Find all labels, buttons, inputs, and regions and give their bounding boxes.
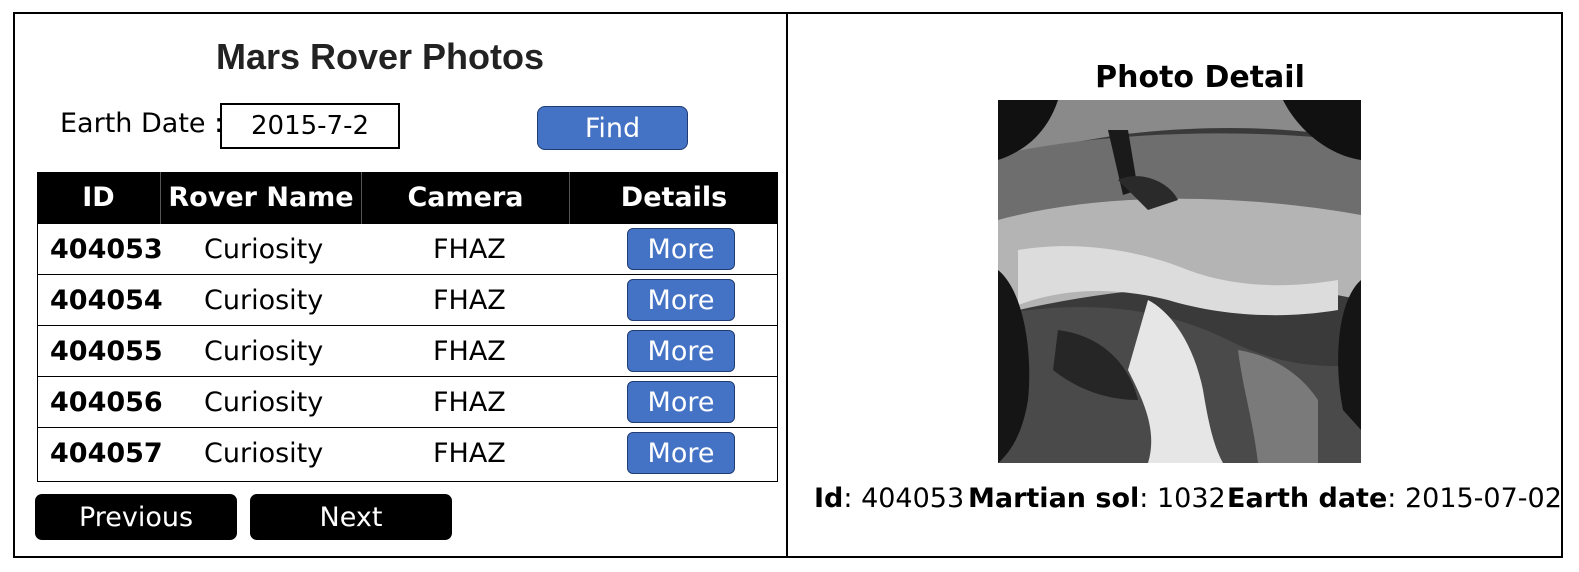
header-details: Details xyxy=(620,182,728,213)
table-row: 404053 Curiosity FHAZ More xyxy=(38,224,777,275)
sol-label: Martian sol xyxy=(968,483,1140,514)
header-id: ID xyxy=(82,182,115,213)
table-header: ID Rover Name Camera Details xyxy=(37,172,778,224)
rover-name: Curiosity xyxy=(204,387,324,418)
detail-id: Id: 404053 xyxy=(814,483,965,514)
camera-name: FHAZ xyxy=(433,438,506,469)
photo-table: 404053 Curiosity FHAZ More 404054 Curios… xyxy=(37,224,778,482)
camera-name: FHAZ xyxy=(433,285,506,316)
find-button[interactable]: Find xyxy=(537,106,688,150)
photo-id: 404057 xyxy=(50,438,163,469)
detail-title: Photo Detail xyxy=(1095,60,1305,95)
earth-date-input[interactable] xyxy=(220,103,400,149)
rover-name: Curiosity xyxy=(204,438,324,469)
table-row: 404056 Curiosity FHAZ More xyxy=(38,377,777,428)
next-button[interactable]: Next xyxy=(250,494,452,540)
more-button[interactable]: More xyxy=(627,330,735,372)
more-button[interactable]: More xyxy=(627,381,735,423)
earth-date-label: Earth Date : xyxy=(60,108,224,139)
sol-value: 1032 xyxy=(1156,483,1226,514)
camera-name: FHAZ xyxy=(433,387,506,418)
more-button[interactable]: More xyxy=(627,228,735,270)
rover-name: Curiosity xyxy=(204,336,324,367)
rover-name: Curiosity xyxy=(204,234,324,265)
detail-earth-date: Earth date: 2015-07-02 xyxy=(1227,483,1562,514)
table-row: 404055 Curiosity FHAZ More xyxy=(38,326,777,377)
rover-name: Curiosity xyxy=(204,285,324,316)
photo-id: 404053 xyxy=(50,234,163,265)
photo-id: 404056 xyxy=(50,387,163,418)
earth-date-detail-label: Earth date xyxy=(1227,483,1388,514)
table-row: 404057 Curiosity FHAZ More xyxy=(38,428,777,479)
header-camera: Camera xyxy=(407,182,524,213)
more-button[interactable]: More xyxy=(627,432,735,474)
panel-divider xyxy=(786,12,788,558)
page-title: Mars Rover Photos xyxy=(215,36,545,77)
id-label: Id xyxy=(814,483,844,514)
earth-date-value: 2015-07-02 xyxy=(1404,483,1562,514)
camera-name: FHAZ xyxy=(433,234,506,265)
table-row: 404054 Curiosity FHAZ More xyxy=(38,275,777,326)
detail-martian-sol: Martian sol: 1032 xyxy=(968,483,1226,514)
photo-id: 404055 xyxy=(50,336,163,367)
id-value: 404053 xyxy=(861,483,965,514)
rover-photo xyxy=(998,100,1361,463)
photo-id: 404054 xyxy=(50,285,163,316)
previous-button[interactable]: Previous xyxy=(35,494,237,540)
more-button[interactable]: More xyxy=(627,279,735,321)
header-rover-name: Rover Name xyxy=(168,182,354,213)
camera-name: FHAZ xyxy=(433,336,506,367)
